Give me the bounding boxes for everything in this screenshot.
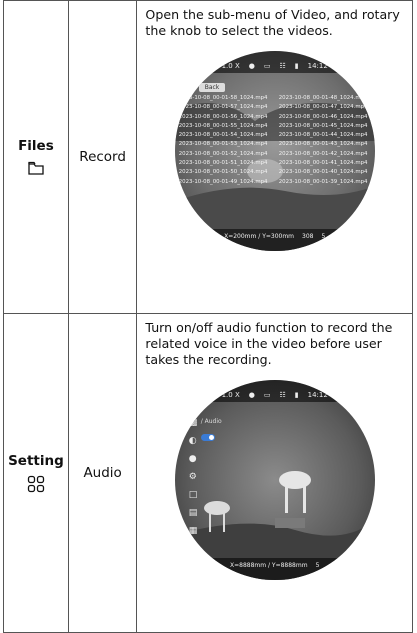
video-file-item[interactable]: 2023-10-08_00-01-49_1024.mp4 xyxy=(179,179,273,185)
item-cell: Record xyxy=(67,0,138,314)
level-indicator: 5 xyxy=(321,233,326,240)
video-file-item[interactable]: 2023-10-08_00-01-43_1024.mp4 xyxy=(279,141,373,147)
storage-icon[interactable]: ▤ xyxy=(189,508,198,518)
table-row-files: Files Record Open the sub-menu of Video,… xyxy=(3,0,413,314)
video-file-item[interactable]: 2023-10-08_00-01-58_1024.mp4 xyxy=(179,95,273,101)
video-file-item[interactable]: 2023-10-08_00-01-42_1024.mp4 xyxy=(279,151,373,157)
display-icon[interactable]: ▦ xyxy=(189,526,198,536)
video-file-item[interactable]: 2023-10-08_00-01-45_1024.mp4 xyxy=(279,123,373,129)
video-file-item[interactable]: 2023-10-08_00-01-51_1024.mp4 xyxy=(179,160,273,166)
menu-path-label: / Audio xyxy=(200,418,222,425)
video-list-screenshot: 1.0 X ● ▭ ☷ ▮ 14:12 Back 2023-10-08_00-0… xyxy=(174,51,375,251)
coordinates-readout: X=200mm / Y=300mm xyxy=(224,233,295,240)
settings-menu: ▩ ◐ ● ⚙ □ ▤ ▦ ⊤ xyxy=(189,418,198,554)
video-file-item[interactable]: 2023-10-08_00-01-57_1024.mp4 xyxy=(179,104,273,110)
video-file-item[interactable]: 2023-10-08_00-01-40_1024.mp4 xyxy=(279,169,373,175)
description-cell: Open the sub-menu of Video, and rotary t… xyxy=(136,0,413,314)
zoom-level: 1.0 X xyxy=(221,62,240,70)
item-cell: Audio xyxy=(67,313,138,633)
video-file-item[interactable]: 2023-10-08_00-01-47_1024.mp4 xyxy=(279,104,373,110)
mic-icon: ● xyxy=(248,62,255,70)
file-count: 308 xyxy=(302,233,314,240)
rec-icon: ▭ xyxy=(263,62,271,70)
video-file-item[interactable]: 2023-10-08_00-01-48_1024.mp4 xyxy=(279,95,373,101)
audio-toggle[interactable] xyxy=(200,434,215,441)
folder-icon xyxy=(4,160,68,176)
audio-setting-screenshot: 1.0 X ● ▭ ☷ ▮ 14:12 ▩ ◐ ● ⚙ □ ▤ ▦ ⊤ / Au… xyxy=(174,380,375,580)
crop-icon[interactable]: □ xyxy=(189,490,198,500)
manual-table: Files Record Open the sub-menu of Video,… xyxy=(3,0,413,633)
rec-icon: ▭ xyxy=(263,391,271,399)
video-file-item[interactable]: 2023-10-08_00-01-53_1024.mp4 xyxy=(179,141,273,147)
category-label: Files xyxy=(18,138,54,154)
battery-icon: ▮ xyxy=(294,62,299,70)
description-text: Turn on/off audio function to record the… xyxy=(145,320,393,367)
wifi-icon: ☷ xyxy=(279,62,286,70)
video-file-item[interactable]: 2023-10-08_00-01-39_1024.mp4 xyxy=(279,179,373,185)
gear-icon[interactable]: ⚙ xyxy=(189,472,198,482)
video-file-item[interactable]: 2023-10-08_00-01-44_1024.mp4 xyxy=(279,132,373,138)
category-cell: Setting xyxy=(3,313,69,633)
video-file-item[interactable]: 2023-10-08_00-01-41_1024.mp4 xyxy=(279,160,373,166)
info-bar: X=8888mm / Y=8888mm 5 xyxy=(174,558,375,580)
wifi-icon: ☷ xyxy=(279,391,286,399)
battery-icon: ▮ xyxy=(294,391,299,399)
clock-time: 14:12 xyxy=(307,62,328,70)
settings-icon[interactable]: ▩ xyxy=(189,418,198,428)
category-cell: Files xyxy=(3,0,69,314)
status-bar: 1.0 X ● ▭ ☷ ▮ 14:12 xyxy=(174,51,375,73)
video-file-item[interactable]: 2023-10-08_00-01-46_1024.mp4 xyxy=(279,114,373,120)
level-indicator: 5 xyxy=(315,562,320,569)
grid-icon xyxy=(4,475,68,493)
video-file-item[interactable]: 2023-10-08_00-01-55_1024.mp4 xyxy=(179,123,273,129)
video-file-item[interactable]: 2023-10-08_00-01-56_1024.mp4 xyxy=(179,114,273,120)
table-row-setting: Setting Audio Turn on/off audio function… xyxy=(3,313,413,633)
video-file-item[interactable]: 2023-10-08_00-01-52_1024.mp4 xyxy=(179,151,273,157)
coordinates-readout: X=8888mm / Y=8888mm xyxy=(229,562,308,569)
status-bar: 1.0 X ● ▭ ☷ ▮ 14:12 xyxy=(174,380,375,402)
palette-icon[interactable]: ◐ xyxy=(189,436,198,446)
video-file-item[interactable]: 2023-10-08_00-01-54_1024.mp4 xyxy=(179,132,273,138)
info-bar: X=200mm / Y=300mm 308 5 xyxy=(174,229,375,251)
description-text: Open the sub-menu of Video, and rotary t… xyxy=(145,7,400,38)
zoom-level: 1.0 X xyxy=(221,391,240,399)
video-file-list: 2023-10-08_00-01-58_1024.mp4 2023-10-08_… xyxy=(179,95,373,185)
clock-time: 14:12 xyxy=(307,391,328,399)
mic-icon: ● xyxy=(248,391,255,399)
pin-icon[interactable]: ⊤ xyxy=(189,544,198,554)
video-file-item[interactable]: 2023-10-08_00-01-50_1024.mp4 xyxy=(179,169,273,175)
back-button[interactable]: Back xyxy=(198,83,226,92)
description-cell: Turn on/off audio function to record the… xyxy=(136,313,413,633)
category-label: Setting xyxy=(8,453,64,469)
scene-background xyxy=(174,471,375,580)
mic-menu-icon[interactable]: ● xyxy=(189,454,198,464)
